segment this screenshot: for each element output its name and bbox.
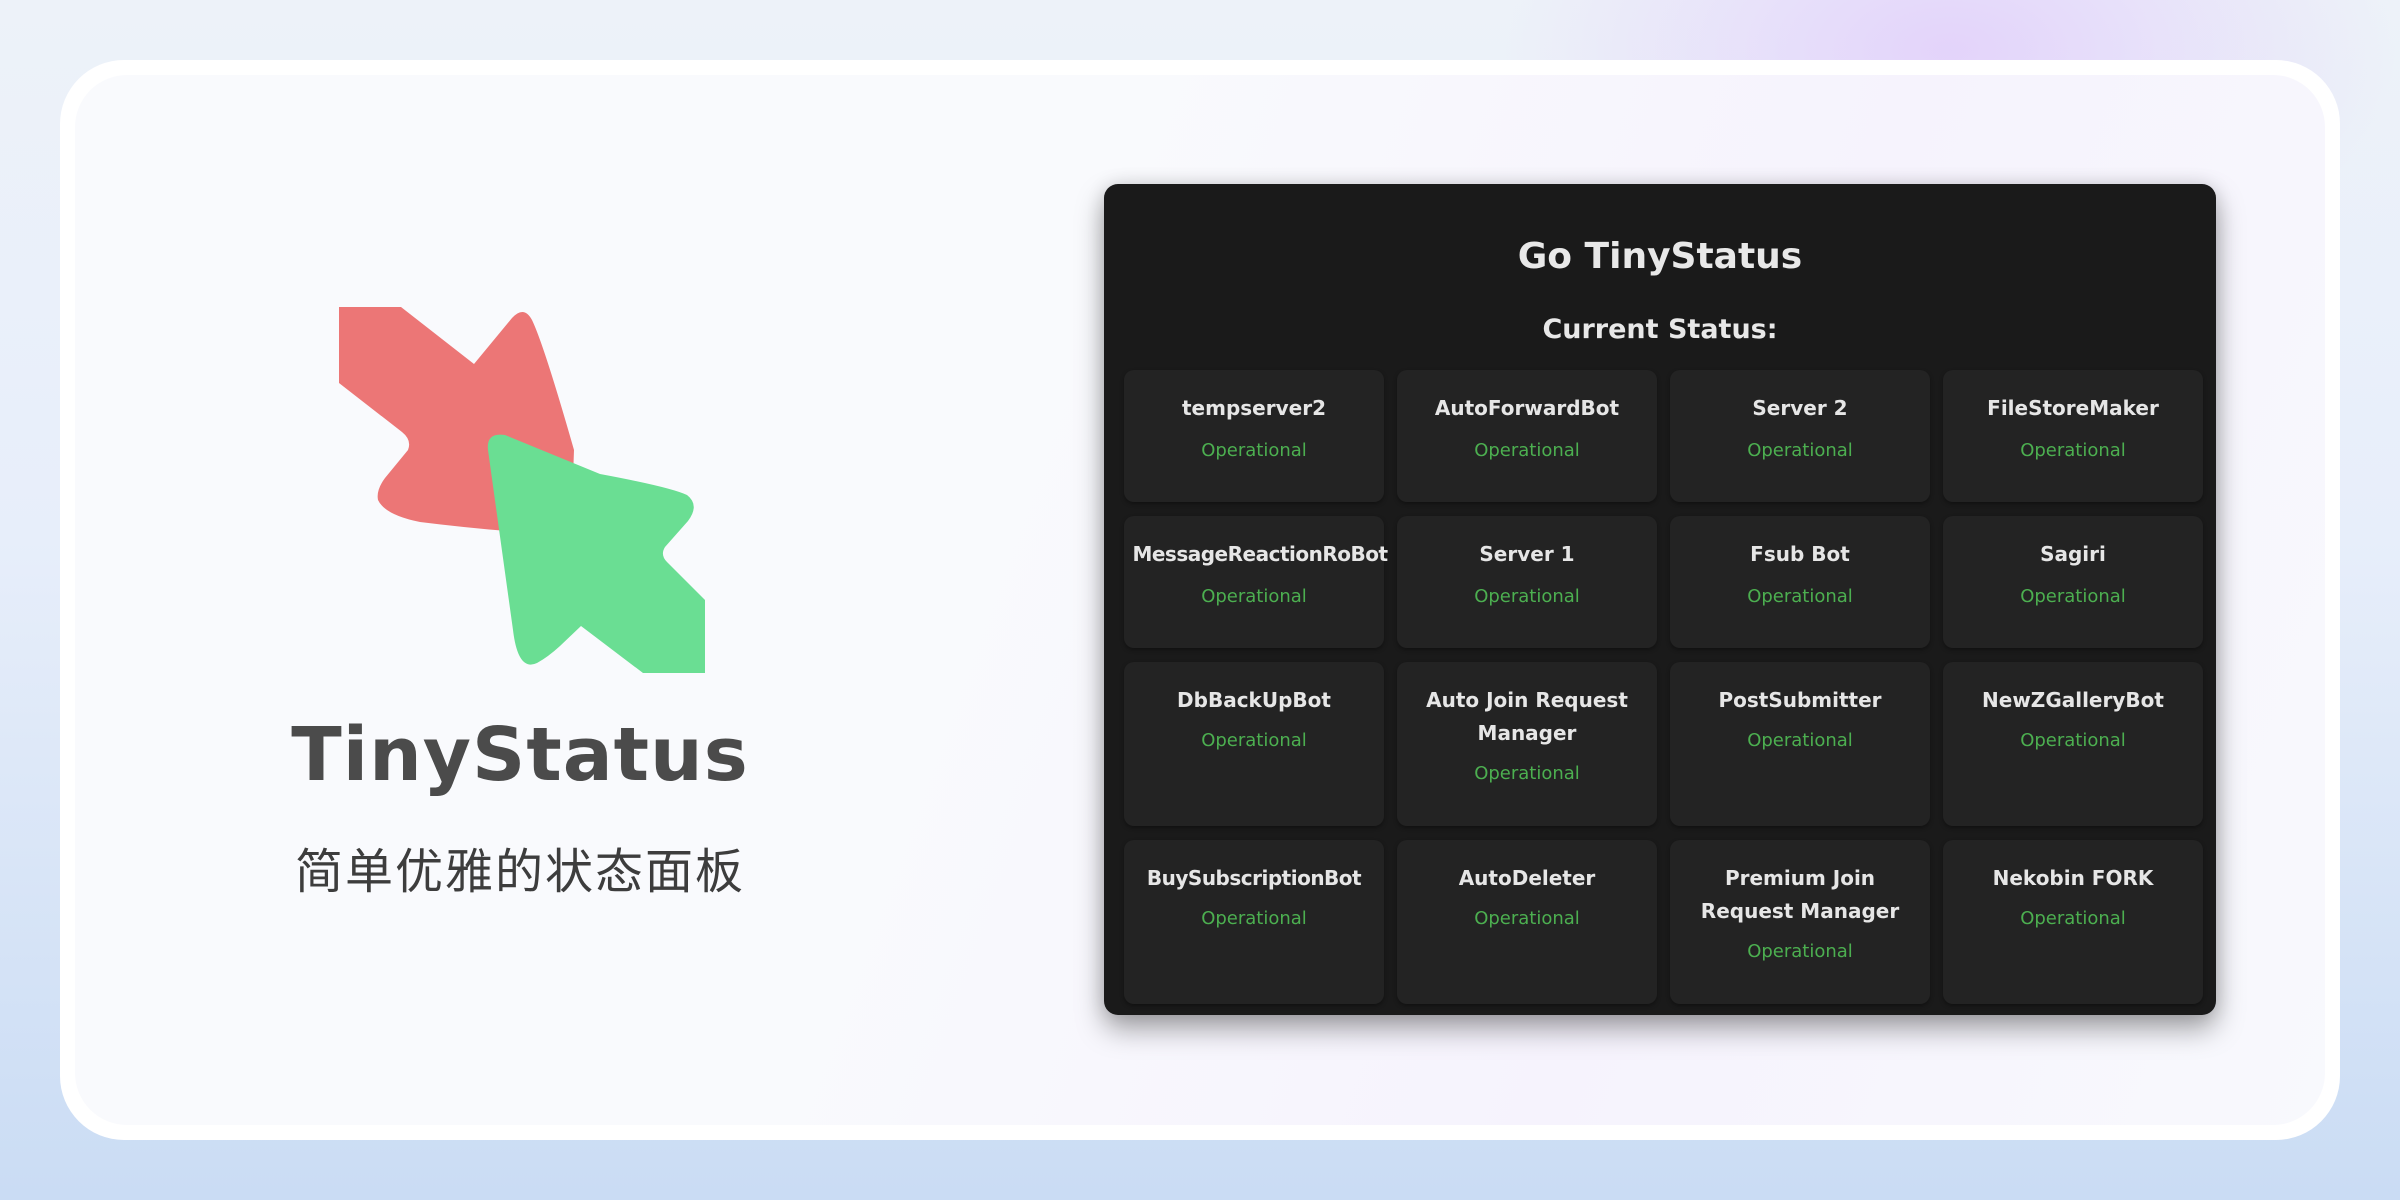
service-card: Premium Join Request Manager Operational: [1670, 840, 1930, 1004]
panel-title: Go TinyStatus: [1517, 236, 1803, 277]
service-name: Server 1: [1479, 542, 1575, 566]
service-status: Operational: [1201, 730, 1307, 751]
service-card: Auto Join Request Manager Operational: [1397, 662, 1657, 826]
service-card: tempserver2 Operational: [1124, 370, 1384, 502]
service-card: Fsub Bot Operational: [1670, 516, 1930, 648]
service-card: NewZGalleryBot Operational: [1943, 662, 2203, 826]
service-card: PostSubmitter Operational: [1670, 662, 1930, 826]
service-name: Sagiri: [2040, 542, 2106, 566]
service-status: Operational: [1747, 440, 1853, 461]
service-card: MessageReactionRoBot Operational: [1124, 516, 1388, 648]
service-card: Server 2 Operational: [1670, 370, 1930, 502]
brand-tagline: 简单优雅的状态面板: [294, 844, 745, 900]
service-card: Sagiri Operational: [1943, 516, 2203, 648]
green-arrow-icon: [487, 434, 705, 673]
service-name: Auto Join Request Manager: [1426, 688, 1628, 745]
service-status: Operational: [1201, 440, 1307, 461]
service-name: PostSubmitter: [1718, 688, 1882, 712]
service-status: Operational: [1747, 586, 1853, 607]
service-status: Operational: [1474, 908, 1580, 929]
service-name: AutoForwardBot: [1434, 396, 1620, 420]
service-name: MessageReactionRoBot: [1132, 542, 1388, 566]
service-card: AutoForwardBot Operational: [1397, 370, 1657, 502]
service-name: Premium Join Request Manager: [1700, 866, 1900, 923]
service-name: Server 2: [1752, 396, 1848, 420]
service-card: Server 1 Operational: [1397, 516, 1657, 648]
service-status: Operational: [1747, 941, 1853, 962]
brand-title: TinyStatus: [291, 712, 749, 798]
service-card: Nekobin FORK Operational: [1943, 840, 2203, 1004]
service-name: Fsub Bot: [1750, 542, 1850, 566]
service-card: BuySubscriptionBot Operational: [1124, 840, 1384, 1004]
service-grid: tempserver2 Operational AutoForwardBot O…: [1124, 370, 2203, 1004]
service-name: DbBackUpBot: [1177, 688, 1331, 712]
service-name: Nekobin FORK: [1992, 866, 2154, 890]
service-status: Operational: [1747, 730, 1853, 751]
service-status: Operational: [2020, 440, 2126, 461]
service-name: AutoDeleter: [1458, 866, 1596, 890]
service-status: Operational: [2020, 908, 2126, 929]
service-status: Operational: [1474, 440, 1580, 461]
service-status: Operational: [1474, 763, 1580, 784]
service-name: BuySubscriptionBot: [1146, 866, 1362, 890]
service-name: FileStoreMaker: [1987, 396, 2159, 420]
service-status: Operational: [2020, 586, 2126, 607]
service-status: Operational: [1201, 586, 1307, 607]
service-status: Operational: [2020, 730, 2126, 751]
service-card: AutoDeleter Operational: [1397, 840, 1657, 1004]
panel-subtitle: Current Status:: [1542, 314, 1778, 345]
service-status: Operational: [1474, 586, 1580, 607]
service-name: NewZGalleryBot: [1982, 688, 2164, 712]
service-name: tempserver2: [1182, 396, 1326, 420]
service-card: FileStoreMaker Operational: [1943, 370, 2203, 502]
service-card: DbBackUpBot Operational: [1124, 662, 1384, 826]
service-status: Operational: [1201, 908, 1307, 929]
tinystatus-logo-icon: [339, 307, 705, 673]
